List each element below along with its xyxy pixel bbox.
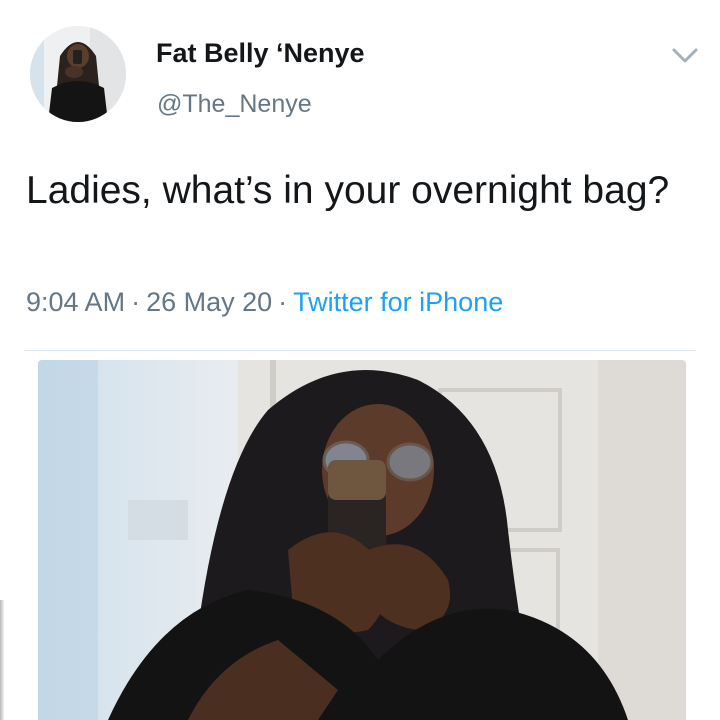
tweet-time: 9:04 AM xyxy=(26,287,126,317)
tweet-date: 26 May 20 xyxy=(146,287,273,317)
screen-edge xyxy=(0,600,4,720)
display-name[interactable]: Fat Belly ‘Nenye xyxy=(156,38,365,69)
meta-separator: · xyxy=(278,287,288,317)
divider xyxy=(24,350,696,351)
user-handle[interactable]: @The_Nenye xyxy=(157,90,312,119)
tweet-text: Ladies, what’s in your overnight bag? xyxy=(26,169,670,212)
tweet-meta: 9:04 AM · 26 May 20 · Twitter for iPhone xyxy=(26,287,503,318)
avatar[interactable] xyxy=(30,26,126,122)
avatar-image xyxy=(30,26,126,122)
meta-separator: · xyxy=(131,287,141,317)
tweet-source-link[interactable]: Twitter for iPhone xyxy=(293,287,503,317)
chevron-down-icon[interactable] xyxy=(668,40,702,70)
tweet-media-image[interactable] xyxy=(38,360,686,720)
selfie-photo xyxy=(38,360,686,720)
tweet-card: Fat Belly ‘Nenye @The_Nenye Ladies, what… xyxy=(0,0,720,720)
